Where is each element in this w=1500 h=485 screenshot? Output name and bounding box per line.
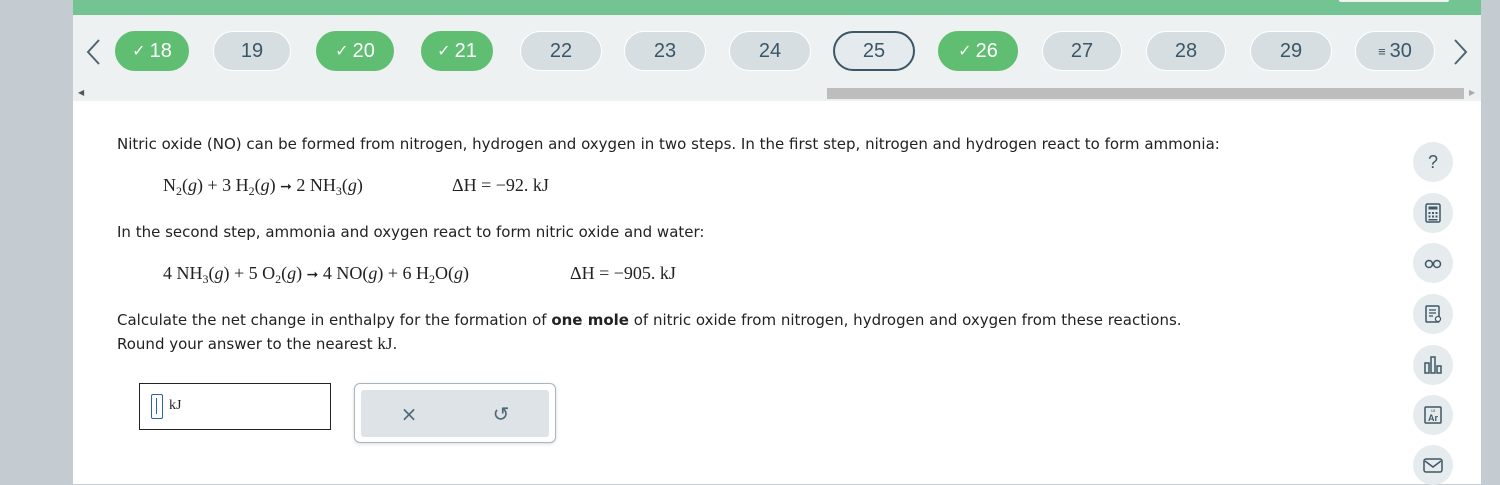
- question-button[interactable]: 19: [213, 31, 291, 71]
- undo-icon[interactable]: ↺: [489, 402, 513, 426]
- nav-scrollbar-thumb[interactable]: [827, 88, 1464, 99]
- prompt-after: of nitric oxide from nitrogen, hydrogen …: [628, 311, 1182, 329]
- calculator-icon[interactable]: [1413, 193, 1453, 233]
- list-icon: ≡: [1378, 43, 1386, 59]
- prev-arrow-icon[interactable]: [84, 37, 104, 67]
- question-number: 30: [1389, 39, 1412, 62]
- next-arrow-icon[interactable]: [1450, 37, 1470, 67]
- round-text: Round your answer to the nearest: [117, 335, 378, 353]
- mail-icon[interactable]: [1413, 445, 1453, 485]
- question-button[interactable]: ✓ 20: [316, 31, 394, 71]
- reaction-1: N2(g) + 3 H2(g) ➞ 2 NH3(g) ΔH = −92. kJ: [163, 175, 549, 199]
- question-button[interactable]: 22: [520, 31, 602, 71]
- question-number: 18: [149, 39, 172, 62]
- scroll-right-icon[interactable]: ▶: [1469, 88, 1475, 98]
- question-button[interactable]: ✓ 26: [938, 31, 1018, 71]
- reaction-1-enthalpy: ΔH = −92. kJ: [452, 175, 549, 195]
- question-button[interactable]: 29: [1250, 31, 1332, 71]
- question-number: 27: [1070, 39, 1094, 62]
- prompt-before: Calculate the net change in enthalpy for…: [117, 311, 552, 329]
- reaction-2-enthalpy: ΔH = −905. kJ: [570, 263, 676, 283]
- question-button[interactable]: 27: [1042, 31, 1122, 71]
- text-cursor-icon: [151, 394, 163, 419]
- question-intro: Nitric oxide (NO) can be formed from nit…: [117, 135, 1220, 153]
- question-prompt: Calculate the net change in enthalpy for…: [117, 311, 1182, 329]
- prompt-bold: one mole: [551, 311, 629, 329]
- question-number: 20: [352, 39, 375, 62]
- question-button[interactable]: ✓ 21: [421, 31, 493, 71]
- svg-text:Ar: Ar: [1428, 413, 1438, 423]
- question-button[interactable]: ≡ 30: [1355, 31, 1435, 71]
- answer-toolbox: × ↺: [354, 383, 556, 443]
- question-number: 25: [862, 39, 886, 62]
- clear-icon[interactable]: ×: [397, 402, 421, 426]
- question-button[interactable]: 24: [729, 31, 811, 71]
- round-end: .: [392, 335, 398, 353]
- answer-unit: kJ: [169, 398, 182, 413]
- header-pill: [1339, 0, 1449, 2]
- periodic-table-icon[interactable]: Ar 18: [1413, 395, 1453, 435]
- svg-text:18: 18: [1431, 408, 1436, 413]
- help-icon[interactable]: ?: [1413, 142, 1453, 182]
- glasses-icon[interactable]: [1413, 243, 1453, 283]
- question-button[interactable]: ✓ 18: [115, 31, 189, 71]
- question-button[interactable]: 25: [833, 31, 915, 71]
- question-number: 28: [1174, 39, 1198, 62]
- header-band: [73, 0, 1481, 15]
- check-icon: ✓: [132, 43, 146, 60]
- question-number: 26: [975, 39, 998, 62]
- answer-input[interactable]: kJ: [139, 383, 331, 430]
- notes-icon[interactable]: [1413, 294, 1453, 334]
- question-step2: In the second step, ammonia and oxygen r…: [117, 223, 705, 241]
- question-number: 23: [653, 39, 677, 62]
- round-unit: kJ: [377, 334, 393, 353]
- reaction-2-equation: 4 NH3(g) + 5 O2(g) ➞ 4 NO(g) + 6 H2O(g): [163, 263, 470, 286]
- reaction-2: 4 NH3(g) + 5 O2(g) ➞ 4 NO(g) + 6 H2O(g) …: [163, 263, 676, 287]
- question-number: 19: [240, 39, 264, 62]
- svg-text:?: ?: [1428, 152, 1438, 172]
- question-number: 29: [1279, 39, 1303, 62]
- round-instruction: Round your answer to the nearest kJ.: [117, 334, 397, 354]
- reaction-1-equation: N2(g) + 3 H2(g) ➞ 2 NH3(g): [163, 175, 363, 198]
- check-icon: ✓: [335, 43, 349, 60]
- check-icon: ✓: [958, 43, 972, 60]
- question-button[interactable]: 23: [624, 31, 706, 71]
- question-number: 22: [549, 39, 573, 62]
- question-button[interactable]: 28: [1146, 31, 1226, 71]
- toolbox-inner: × ↺: [361, 390, 549, 437]
- chart-icon[interactable]: [1413, 345, 1453, 385]
- question-number: 21: [454, 39, 477, 62]
- check-icon: ✓: [437, 43, 451, 60]
- scroll-left-icon[interactable]: ◀: [78, 88, 84, 98]
- question-number: 24: [758, 39, 782, 62]
